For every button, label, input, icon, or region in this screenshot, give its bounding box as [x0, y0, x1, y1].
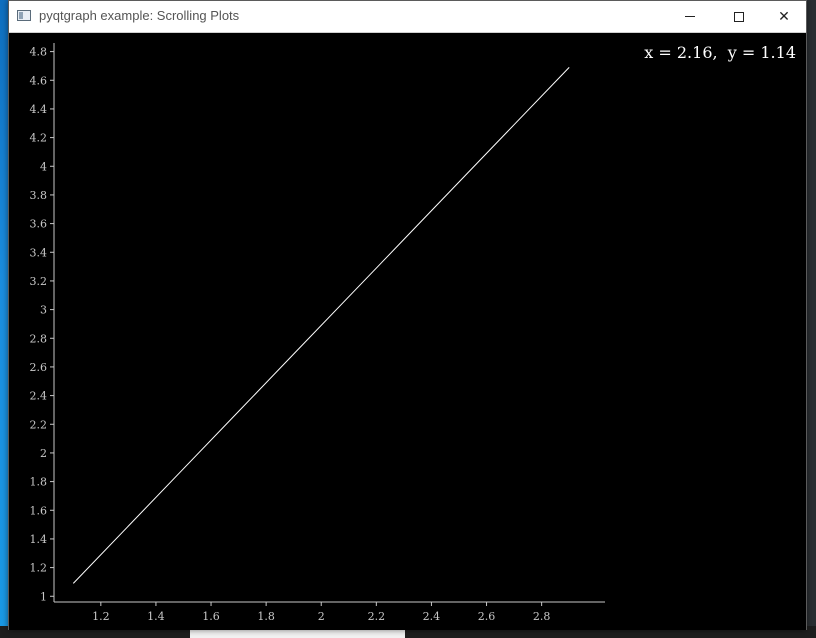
y-tick-label: 4.2: [30, 132, 48, 145]
plot-window: pyqtgraph example: Scrolling Plots ✕ 1 1.…: [8, 0, 807, 630]
app-window-icon: [17, 10, 31, 21]
maximize-button[interactable]: [716, 1, 762, 32]
x-tick-label: 2.2: [368, 610, 386, 623]
y-tick-label: 4.4: [30, 103, 48, 116]
minimize-icon: [685, 16, 695, 17]
y-tick-label: 2.2: [30, 418, 48, 431]
x-tick-label: 1.8: [257, 610, 275, 623]
y-tick-label: 1.8: [30, 476, 48, 489]
y-tick-label: 3.2: [30, 275, 48, 288]
y-tick-label: 2: [40, 447, 47, 460]
y-tick-label: 1.6: [30, 504, 48, 517]
plot-area[interactable]: 1 1.2 1.4 1.6 1.8 2 2.2 2.4 2.6 2.8 3 3.2 3.4 3.6 3.8 4…: [9, 33, 806, 630]
x-tick-label: 1.4: [147, 610, 165, 623]
y-tick-label: 3.6: [30, 218, 48, 231]
y-tick-label: 1.4: [30, 533, 48, 546]
y-tick-label: 4.8: [30, 46, 48, 59]
maximize-icon: [734, 11, 744, 22]
x-tick-label: 2: [318, 610, 325, 623]
close-button[interactable]: ✕: [761, 1, 807, 32]
window-title: pyqtgraph example: Scrolling Plots: [39, 8, 240, 23]
coordinate-readout: x = 2.16, y = 1.14: [644, 43, 796, 62]
title-bar[interactable]: pyqtgraph example: Scrolling Plots ✕: [9, 1, 806, 33]
y-tick-label: 2.6: [30, 361, 48, 374]
line-chart[interactable]: 1 1.2 1.4 1.6 1.8 2 2.2 2.4 2.6 2.8 3 3.2 3.4 3.6 3.8 4…: [9, 33, 806, 630]
y-tick-label: 4: [40, 160, 47, 173]
minimize-button[interactable]: [667, 1, 713, 32]
close-icon: ✕: [778, 8, 790, 25]
y-tick-label: 2.8: [30, 332, 48, 345]
series-line: [72, 67, 570, 584]
x-tick-label: 1.2: [92, 610, 110, 623]
x-tick-label: 2.4: [423, 610, 441, 623]
y-tick-label: 3: [40, 304, 47, 317]
x-tick-label: 1.6: [202, 610, 220, 623]
y-tick-label: 1.2: [30, 562, 48, 575]
y-tick-label: 2.4: [30, 390, 48, 403]
y-tick-label: 3.4: [30, 246, 48, 259]
y-tick-label: 4.6: [30, 74, 48, 87]
x-tick-label: 2.6: [478, 610, 496, 623]
y-tick-label: 1: [40, 590, 47, 603]
x-tick-label: 2.8: [533, 610, 551, 623]
y-tick-label: 3.8: [30, 189, 48, 202]
